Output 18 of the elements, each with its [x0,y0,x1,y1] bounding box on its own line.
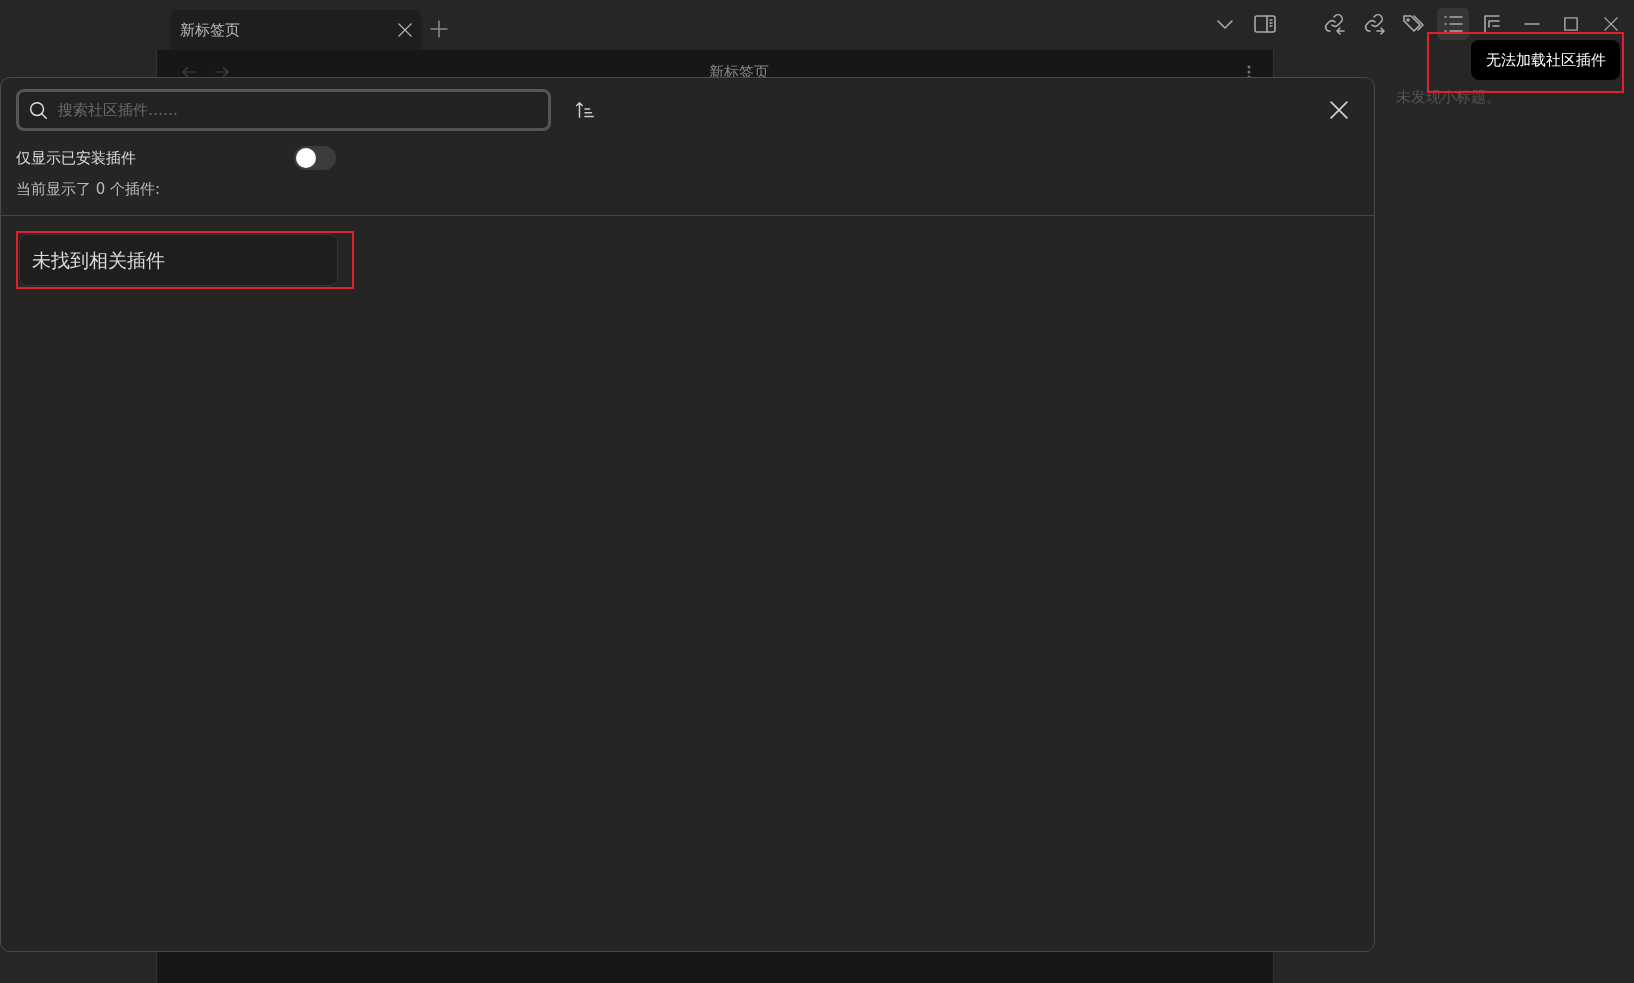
close-icon [1329,101,1348,119]
toggle-label: 仅显示已安装插件 [16,147,136,169]
tooltip: 无法加载社区插件 [1471,40,1620,80]
sidebar-icon [1252,12,1277,36]
toolbar-button[interactable] [1436,8,1469,40]
maximize-icon [1564,17,1578,31]
sort-icon [573,99,596,121]
search-input[interactable]: 搜索社区插件…… [56,97,541,123]
tab[interactable]: 新标签页 [170,10,422,50]
search-field[interactable]: 搜索社区插件…… [16,89,551,131]
close-icon [398,23,412,37]
close-icon [1603,17,1618,31]
minimize-icon [1523,22,1540,26]
link-arrow-icon [1322,12,1346,36]
toggle-switch[interactable] [294,146,336,170]
plus-icon [429,19,448,38]
plugin-count-text: 当前显示了 0 个插件: [16,178,162,200]
empty-result-message: 未找到相关插件 [19,234,338,286]
